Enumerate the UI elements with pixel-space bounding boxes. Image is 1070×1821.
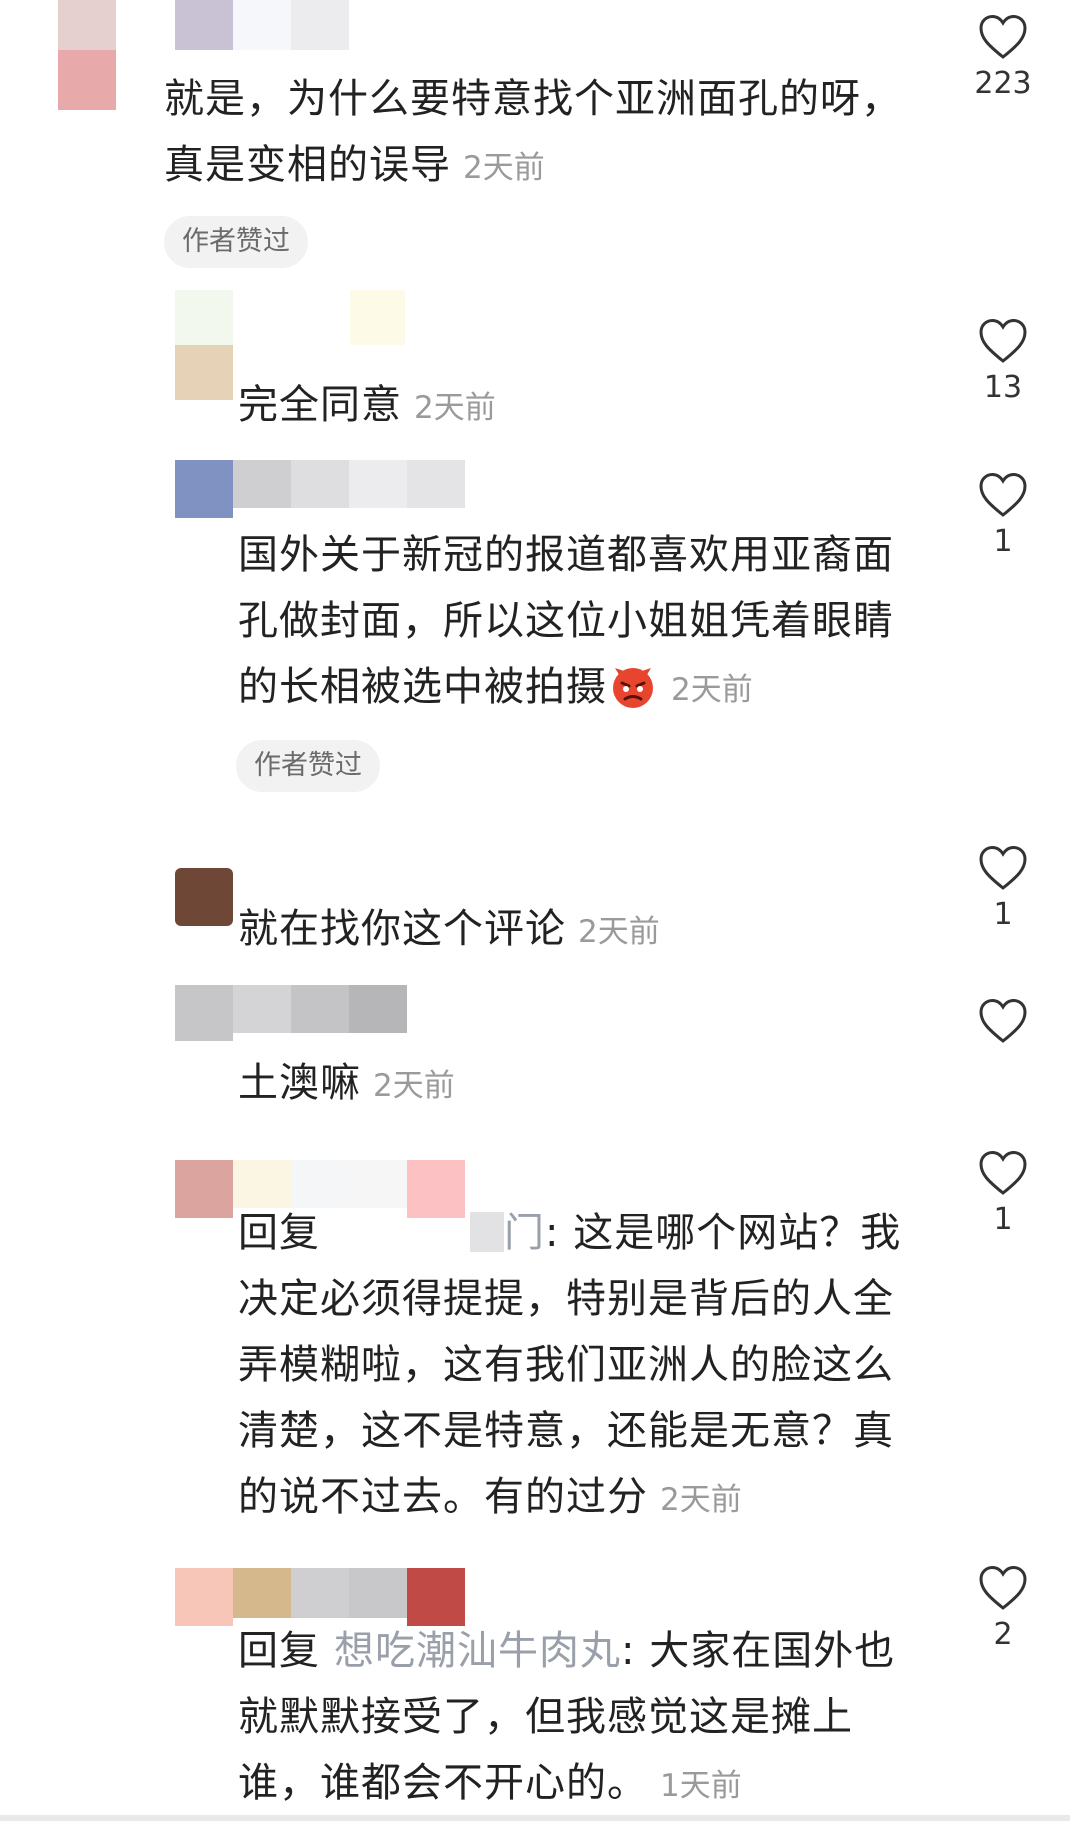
comment-time: 2天前 bbox=[660, 1482, 742, 1518]
reply-prefix: 回复 bbox=[238, 1628, 320, 1674]
like-count: 2 bbox=[993, 1617, 1013, 1652]
comment-time: 2天前 bbox=[414, 390, 496, 426]
comment-time: 2天前 bbox=[463, 150, 545, 186]
author-liked-badge: 作者赞过 bbox=[164, 216, 308, 268]
like-count: 1 bbox=[993, 897, 1013, 932]
avatar[interactable] bbox=[175, 1160, 233, 1218]
like-count: 13 bbox=[983, 370, 1023, 405]
heart-icon bbox=[979, 14, 1027, 59]
reply-username-blur-box bbox=[470, 1212, 504, 1252]
comment-time: 2天前 bbox=[373, 1068, 455, 1104]
reply-username[interactable]: 门 bbox=[504, 1210, 545, 1256]
username-blurred[interactable] bbox=[175, 0, 349, 50]
heart-icon bbox=[979, 472, 1027, 517]
comment-text: 国外关于新冠的报道都喜欢用亚裔面 孔做封面，所以这位小姐姐凭着眼睛 的长相被选中… bbox=[238, 532, 894, 710]
heart-icon bbox=[979, 1150, 1027, 1195]
comment-text: 就是，为什么要特意找个亚洲面孔的呀， 真是变相的误导 2天前 bbox=[164, 76, 902, 188]
heart-icon bbox=[979, 998, 1027, 1043]
avatar[interactable] bbox=[175, 290, 233, 400]
like-button[interactable]: 1 bbox=[958, 1150, 1048, 1238]
comment-text: 回复 门: 这是哪个网站？我 决定必须得提提，特别是背后的人全 弄模糊啦，这有我们… bbox=[238, 1210, 902, 1520]
comment-text: 就在找你这个评论 2天前 bbox=[238, 906, 660, 952]
angry-devil-emoji-icon bbox=[613, 668, 653, 708]
comment-text: 土澳嘛 2天前 bbox=[238, 1060, 455, 1106]
like-button[interactable] bbox=[958, 998, 1048, 1044]
reply-username[interactable]: 想吃潮汕牛肉丸 bbox=[334, 1628, 621, 1674]
like-button[interactable]: 2 bbox=[958, 1565, 1048, 1653]
heart-icon bbox=[979, 1565, 1027, 1610]
reply-username-blurred[interactable] bbox=[320, 1245, 470, 1246]
comment-text: 完全同意 2天前 bbox=[238, 382, 496, 428]
avatar[interactable] bbox=[175, 460, 233, 518]
username-blurred[interactable] bbox=[233, 460, 465, 508]
username-blurred[interactable] bbox=[350, 290, 405, 345]
like-button[interactable]: 13 bbox=[958, 318, 1048, 406]
comment-time: 2天前 bbox=[671, 672, 753, 708]
heart-icon bbox=[979, 318, 1027, 363]
comment-text: 回复 想吃潮汕牛肉丸: 大家在国外也 就默默接受了，但我感觉这是摊上 谁，谁都会不… bbox=[238, 1628, 896, 1806]
divider bbox=[0, 1815, 1070, 1821]
avatar[interactable] bbox=[175, 985, 233, 1041]
comment-time: 1天前 bbox=[660, 1768, 742, 1804]
avatar[interactable] bbox=[58, 0, 116, 110]
avatar[interactable] bbox=[175, 1568, 233, 1626]
like-button[interactable]: 223 bbox=[958, 14, 1048, 102]
avatar[interactable] bbox=[175, 868, 233, 926]
like-button[interactable]: 1 bbox=[958, 845, 1048, 933]
heart-icon bbox=[979, 845, 1027, 890]
like-button[interactable]: 1 bbox=[958, 472, 1048, 560]
username-blurred[interactable] bbox=[233, 985, 407, 1033]
reply-prefix: 回复 bbox=[238, 1210, 320, 1256]
like-count: 1 bbox=[993, 1202, 1013, 1237]
comment-time: 2天前 bbox=[578, 914, 660, 950]
like-count: 1 bbox=[993, 524, 1013, 559]
author-liked-badge: 作者赞过 bbox=[236, 740, 380, 792]
like-count: 223 bbox=[974, 66, 1032, 101]
